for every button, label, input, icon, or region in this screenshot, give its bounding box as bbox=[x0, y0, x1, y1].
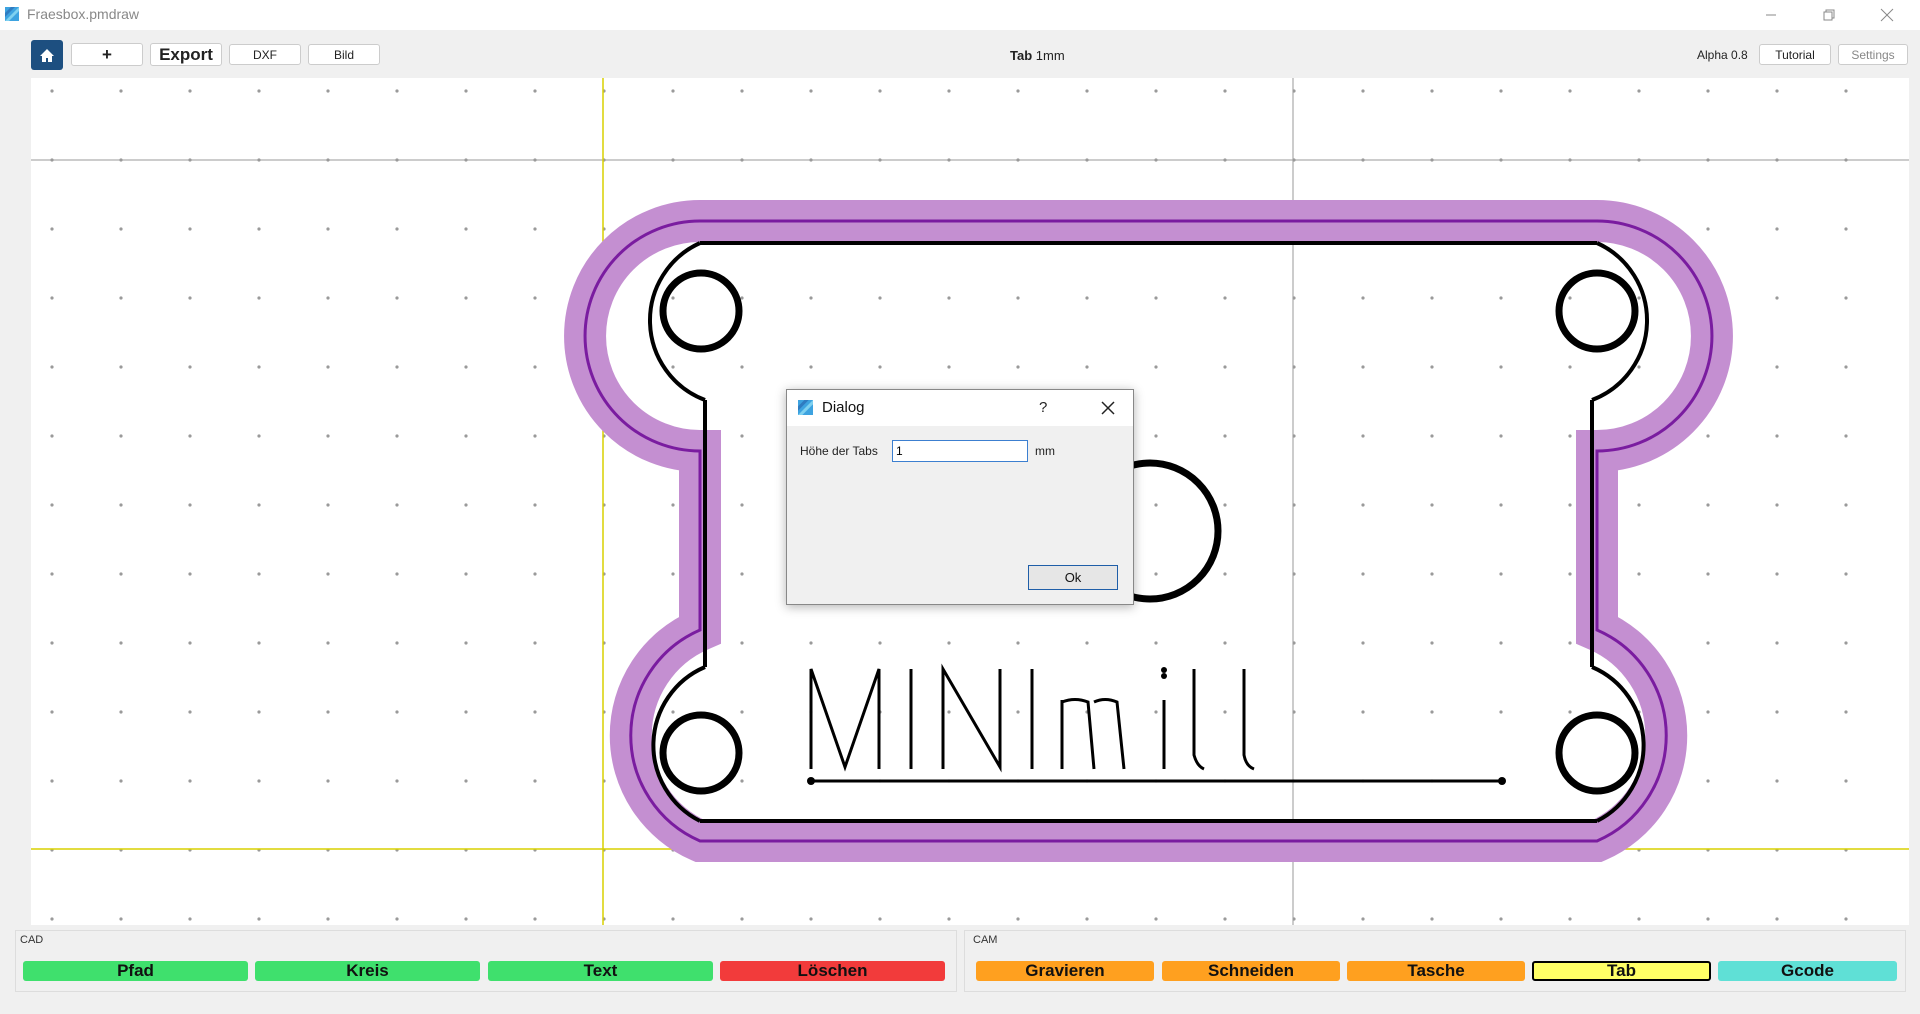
gravieren-button[interactable]: Gravieren bbox=[976, 961, 1154, 981]
settings-button[interactable]: Settings bbox=[1838, 44, 1908, 65]
close-window-button[interactable] bbox=[1858, 0, 1916, 30]
cam-panel-label: CAM bbox=[973, 934, 998, 946]
export-button[interactable]: Export bbox=[150, 43, 222, 66]
close-icon bbox=[1880, 8, 1894, 22]
restore-button[interactable] bbox=[1800, 0, 1858, 30]
help-button[interactable]: ? bbox=[1039, 399, 1047, 416]
gcode-button[interactable]: Gcode bbox=[1718, 961, 1897, 981]
app-icon bbox=[5, 7, 19, 21]
tool-name: Tab bbox=[1010, 48, 1033, 63]
dialog-titlebar: Dialog ? bbox=[787, 390, 1133, 426]
dialog-title: Dialog bbox=[822, 399, 865, 416]
tasche-button[interactable]: Tasche bbox=[1347, 961, 1525, 981]
loeschen-button[interactable]: Löschen bbox=[720, 961, 945, 981]
cad-panel-label: CAD bbox=[20, 934, 44, 946]
tool-status: Tab 1mm bbox=[1010, 48, 1065, 63]
tool-value: 1mm bbox=[1035, 48, 1065, 63]
text-button[interactable]: Text bbox=[488, 961, 713, 981]
version-label: Alpha 0.8 bbox=[1697, 48, 1748, 62]
tab-height-label: Höhe der Tabs bbox=[800, 444, 878, 458]
schneiden-button[interactable]: Schneiden bbox=[1162, 961, 1340, 981]
ok-button[interactable]: Ok bbox=[1028, 565, 1118, 590]
tab-height-dialog: Dialog ? Höhe der Tabs mm Ok bbox=[786, 389, 1134, 605]
bild-button[interactable]: Bild bbox=[308, 44, 380, 65]
dxf-button[interactable]: DXF bbox=[229, 44, 301, 65]
unit-label: mm bbox=[1035, 444, 1055, 458]
minimize-icon bbox=[1766, 14, 1776, 16]
tab-height-input[interactable] bbox=[892, 440, 1028, 462]
restore-icon bbox=[1823, 9, 1835, 21]
kreis-button[interactable]: Kreis bbox=[255, 961, 480, 981]
app-icon bbox=[798, 400, 813, 415]
dialog-close-icon[interactable] bbox=[1098, 398, 1118, 418]
add-button[interactable]: + bbox=[71, 43, 143, 66]
minimize-button[interactable] bbox=[1742, 0, 1800, 30]
home-icon bbox=[40, 48, 54, 62]
tab-button[interactable]: Tab bbox=[1532, 961, 1711, 981]
pfad-button[interactable]: Pfad bbox=[23, 961, 248, 981]
title-bar: Fraesbox.pmdraw bbox=[0, 0, 1920, 30]
home-button[interactable] bbox=[31, 40, 63, 70]
tutorial-button[interactable]: Tutorial bbox=[1759, 44, 1831, 65]
window-title: Fraesbox.pmdraw bbox=[27, 6, 140, 22]
